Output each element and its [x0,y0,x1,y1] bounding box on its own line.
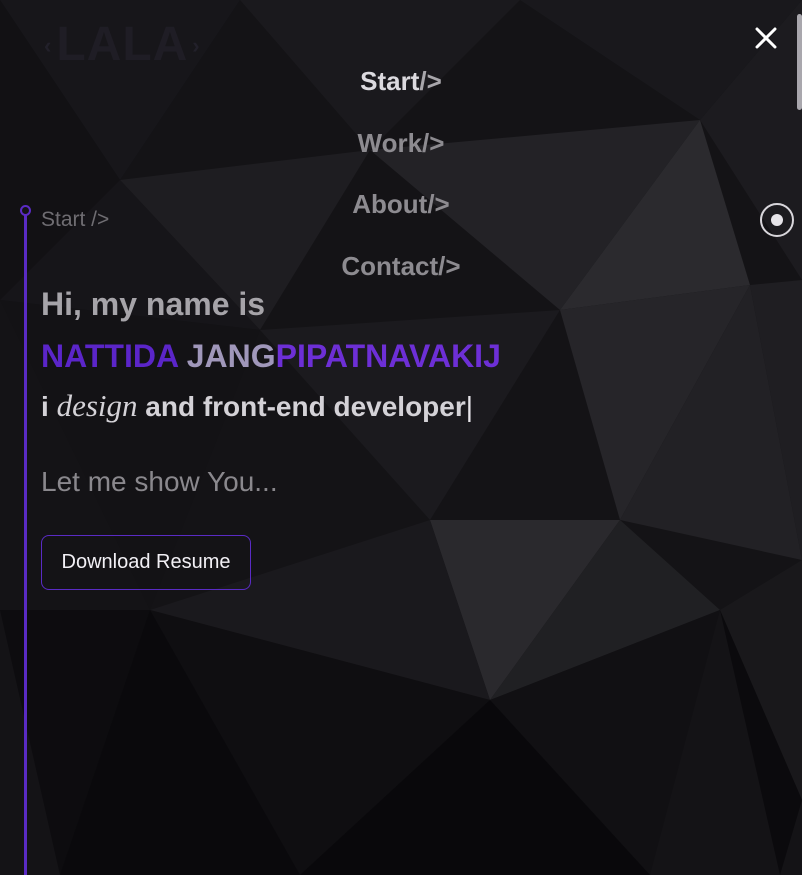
menu-link-start[interactable]: Start/> [360,66,442,97]
logo-bracket-left: ‹ [44,33,53,58]
menu-link-work[interactable]: Work/> [358,128,445,159]
radio-dot-icon [771,214,783,226]
menu-label: Contact [341,250,439,281]
role-prefix: i [41,391,57,422]
hero-tagline: Let me show You... [41,466,278,497]
logo[interactable]: ‹ LALA › [40,14,205,74]
menu-item-start: Start/> [0,66,802,128]
menu-tag: /> [422,127,445,158]
name-mid: JANG [186,338,276,374]
name-last: PIPATNAVAKIJ [275,338,501,374]
role-suffix: and front-end developer [137,391,466,422]
section-indicator-radio[interactable] [760,203,794,237]
role-emphasis: design [56,388,138,423]
section-label: Start /> [41,208,110,231]
menu-link-about[interactable]: About/> [352,189,450,220]
hero-greeting: Hi, my name is [41,286,266,322]
close-icon [755,27,777,49]
timeline-line [24,212,27,875]
menu-label: Work [357,127,423,158]
menu-tag: /> [427,189,450,219]
menu-link-contact[interactable]: Contact/> [341,251,460,282]
hero-role: i design and front-end developer| [41,388,473,424]
name-first: NATTIDA [41,338,187,374]
typing-cursor: | [465,391,474,422]
menu-label: Start [360,66,420,96]
download-resume-button[interactable]: Download Resume [41,535,251,590]
menu-item-work: Work/> [0,128,802,190]
timeline-dot [20,205,31,216]
close-menu-button[interactable] [752,24,780,52]
nav-menu: Start/> Work/> About/> Contact/> [0,66,802,312]
menu-item-about: About/> [0,189,802,251]
menu-tag: /> [419,66,442,96]
page: ‹ LALA › Start/> Work/> About/> Contact/… [0,0,802,875]
hero-name: NATTIDA JANGPIPATNAVAKIJ [41,338,501,375]
menu-label: About [352,189,428,219]
menu-tag: /> [438,250,461,281]
logo-bracket-right: › [192,33,201,58]
logo-text: LALA [56,17,189,71]
